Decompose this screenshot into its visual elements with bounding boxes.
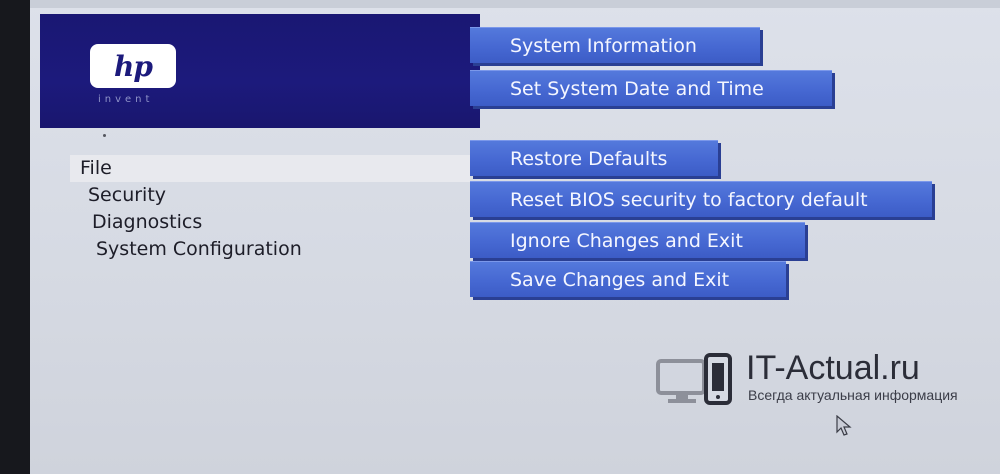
watermark-title: IT-Actual.ru <box>746 349 920 387</box>
menu-item-system-configuration[interactable]: System Configuration <box>86 236 470 263</box>
hp-logo: hp <box>90 44 176 88</box>
main-menu: File Security Diagnostics System Configu… <box>70 155 470 263</box>
menu-item-file[interactable]: File <box>70 155 470 182</box>
menu-item-security[interactable]: Security <box>78 182 470 209</box>
reset-bios-security-button[interactable]: Reset BIOS security to factory default <box>470 181 932 217</box>
mouse-cursor-icon <box>836 415 852 436</box>
save-changes-exit-button[interactable]: Save Changes and Exit <box>470 261 786 297</box>
restore-defaults-button[interactable]: Restore Defaults <box>470 140 718 176</box>
logo-panel: hp invent <box>40 14 480 128</box>
watermark-subtitle: Всегда актуальная информация <box>748 387 958 403</box>
set-date-time-button[interactable]: Set System Date and Time <box>470 70 832 106</box>
hp-logo-text: hp <box>114 49 153 83</box>
devices-icon <box>656 353 732 405</box>
decorative-dot <box>103 134 106 137</box>
watermark: IT-Actual.ru Всегда актуальная информаци… <box>656 345 986 409</box>
system-information-button[interactable]: System Information <box>470 27 760 63</box>
menu-item-diagnostics[interactable]: Diagnostics <box>82 209 470 236</box>
ignore-changes-exit-button[interactable]: Ignore Changes and Exit <box>470 222 805 258</box>
brand-tagline: invent <box>98 94 154 105</box>
top-strip <box>30 0 1000 8</box>
